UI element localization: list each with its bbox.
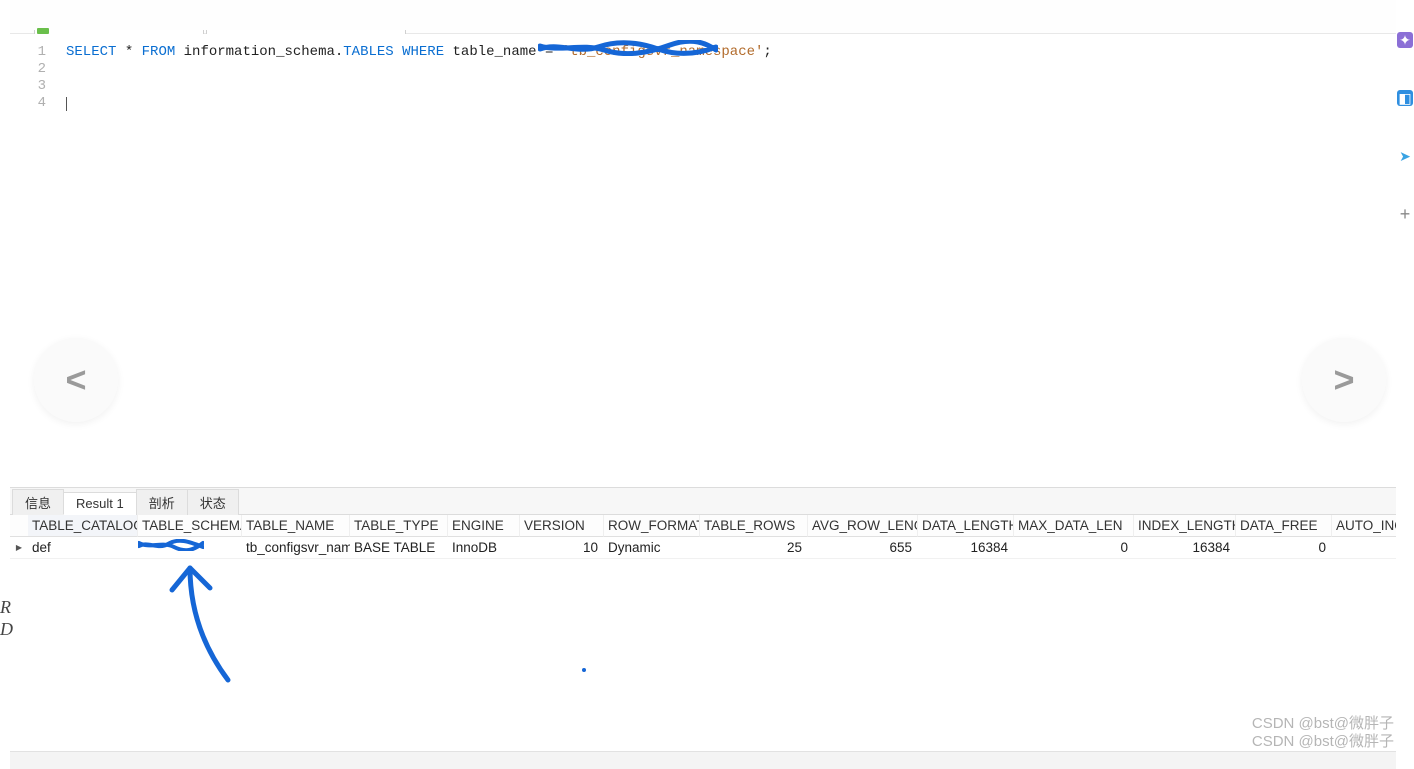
cell-max-data-length[interactable]: 0 [1014,537,1134,559]
col-data-length[interactable]: DATA_LENGTH [918,515,1014,537]
cell-data-length[interactable]: 16384 [918,537,1014,559]
top-toolbar-area [10,0,1396,34]
send-icon[interactable]: ➤ [1397,148,1413,164]
sql-editor[interactable]: 1 2 3 4 SELECT * FROM information_schema… [10,34,1396,488]
chat-icon[interactable]: ✦ [1397,32,1413,48]
cropped-left-text: R D [0,596,13,640]
cell-table-rows[interactable]: 25 [700,537,808,559]
cell-engine[interactable]: InnoDB [448,537,520,559]
col-data-free[interactable]: DATA_FREE [1236,515,1332,537]
carousel-prev-button[interactable]: < [34,338,118,422]
cell-data-free[interactable]: 0 [1236,537,1332,559]
sql-str-val: tb_configsvr_namespace [570,44,755,60]
kw-select: SELECT [66,44,116,60]
status-bar [10,751,1396,769]
tab-status[interactable]: 状态 [187,489,239,515]
line-number: 2 [10,61,46,78]
editor-code[interactable]: SELECT * FROM information_schema.TABLES … [66,44,1388,112]
col-table-name[interactable]: TABLE_NAME [242,515,350,537]
cell-version[interactable]: 10 [520,537,604,559]
col-index-length[interactable]: INDEX_LENGTH [1134,515,1236,537]
cloud-icon[interactable]: ◧ [1397,90,1413,106]
col-engine[interactable]: ENGINE [448,515,520,537]
tab-result-1[interactable]: Result 1 [63,492,137,515]
editor-gutter: 1 2 3 4 [10,44,54,112]
cell-row-format[interactable]: Dynamic [604,537,700,559]
line-number: 4 [10,95,46,112]
col-max-data-length[interactable]: MAX_DATA_LEN [1014,515,1134,537]
col-avg-row-length[interactable]: AVG_ROW_LENG [808,515,918,537]
sql-text: * [116,44,141,60]
kw-tables: TABLES [343,44,393,60]
dot-annotation [582,668,586,672]
col-version[interactable]: VERSION [520,515,604,537]
line-number: 1 [10,44,46,61]
cell-avg-row-length[interactable]: 655 [808,537,918,559]
cell-table-catalog[interactable]: def [28,537,138,559]
tab-profile[interactable]: 剖析 [136,489,188,515]
sql-semicolon: ; [763,44,771,60]
kw-from: FROM [142,44,176,60]
cell-table-type[interactable]: BASE TABLE [350,537,448,559]
plus-icon[interactable]: + [1397,206,1413,222]
tab-info[interactable]: 信息 [12,489,64,515]
col-table-catalog[interactable]: TABLE_CATALOG [28,515,138,537]
col-table-rows[interactable]: TABLE_ROWS [700,515,808,537]
result-grid-wrap: TABLE_CATALOG TABLE_SCHEMA TABLE_NAME TA… [10,515,1396,769]
sql-eq: = [545,44,562,60]
result-grid[interactable]: TABLE_CATALOG TABLE_SCHEMA TABLE_NAME TA… [10,515,1396,559]
side-icon-strip: ✦ ◧ ➤ + [1396,32,1414,222]
row-handle[interactable] [10,537,28,559]
line-number: 3 [10,78,46,95]
cell-table-name[interactable]: tb_configsvr_nam [242,537,350,559]
col-table-schema[interactable]: TABLE_SCHEMA [138,515,242,537]
chevron-left-icon: < [65,359,86,401]
sql-str-open: ' [562,44,570,60]
sql-col: table_name [444,44,545,60]
chevron-right-icon: > [1333,359,1354,401]
result-tabs: 信息 Result 1 剖析 状态 [10,488,1396,515]
app-frame: 1 2 3 4 SELECT * FROM information_schema… [10,0,1396,769]
kw-where: WHERE [394,44,444,60]
col-auto-increment[interactable]: AUTO_INC [1332,515,1396,537]
cell-auto-increment[interactable] [1332,537,1396,559]
carousel-next-button[interactable]: > [1302,338,1386,422]
cell-index-length[interactable]: 16384 [1134,537,1236,559]
editor-caret [66,97,67,111]
col-table-type[interactable]: TABLE_TYPE [350,515,448,537]
col-row-format[interactable]: ROW_FORMAT [604,515,700,537]
col-row-selector [10,515,28,537]
cell-table-schema[interactable] [138,537,242,559]
sql-text: information_schema. [175,44,343,60]
